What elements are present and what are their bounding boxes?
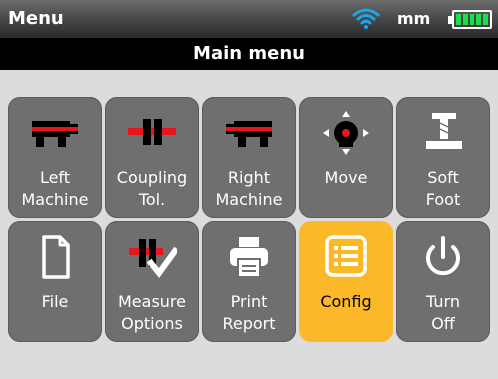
status-bar: Menu mm xyxy=(0,0,498,38)
config-button[interactable]: Config xyxy=(299,221,393,342)
battery-icon xyxy=(448,10,492,29)
file-button[interactable]: File xyxy=(8,221,102,342)
tile-label-line1: Soft xyxy=(427,168,459,187)
main-menu-grid: Left Machine Coupling Tol. Right Machine xyxy=(8,97,490,342)
tile-label-line2: Foot xyxy=(425,190,461,209)
printer-icon xyxy=(230,237,268,278)
move-icon xyxy=(323,111,369,155)
tile-label-line1: File xyxy=(41,292,69,311)
print-report-button[interactable]: Print Report xyxy=(202,221,296,342)
power-icon xyxy=(426,236,460,276)
measure-options-button[interactable]: Measure Options xyxy=(105,221,199,342)
tile-label-line1: Config xyxy=(320,292,372,311)
config-list-icon xyxy=(325,235,367,277)
tile-label-line1: Move xyxy=(324,168,368,187)
measure-options-icon xyxy=(129,239,177,278)
tile-label-line1: Coupling xyxy=(116,168,188,187)
app-title: Menu xyxy=(8,8,64,29)
turn-off-button[interactable]: Turn Off xyxy=(396,221,490,342)
tile-label-line2: Machine xyxy=(215,190,283,209)
left-machine-icon xyxy=(32,121,78,147)
tile-label-line2: Off xyxy=(431,314,455,333)
right-machine-button[interactable]: Right Machine xyxy=(202,97,296,218)
wifi-icon xyxy=(352,8,380,29)
coupling-icon xyxy=(128,119,176,145)
unit-label: mm xyxy=(397,9,431,28)
tile-label-line2: Machine xyxy=(21,190,89,209)
soft-foot-icon xyxy=(426,113,462,149)
tile-label-line2: Tol. xyxy=(138,190,166,209)
move-button[interactable]: Move xyxy=(299,97,393,218)
tile-label-line2: Options xyxy=(121,314,183,333)
tile-label-line2: Report xyxy=(222,314,276,333)
right-machine-icon xyxy=(226,121,272,147)
page-title: Main menu xyxy=(0,38,498,70)
coupling-tol-button[interactable]: Coupling Tol. xyxy=(105,97,199,218)
tile-label-line1: Right xyxy=(227,168,271,187)
tile-label-line1: Print xyxy=(230,292,268,311)
tile-label-line1: Left xyxy=(39,168,71,187)
left-machine-button[interactable]: Left Machine xyxy=(8,97,102,218)
tile-label-line1: Turn xyxy=(426,292,460,311)
soft-foot-button[interactable]: Soft Foot xyxy=(396,97,490,218)
file-icon xyxy=(42,235,70,279)
tile-label-line1: Measure xyxy=(118,292,186,311)
